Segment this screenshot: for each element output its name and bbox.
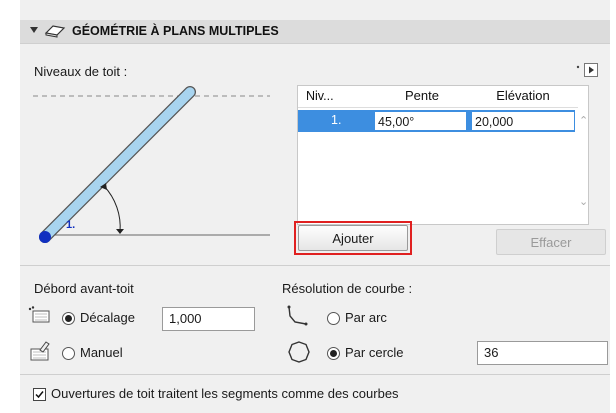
roof-plane-icon [44, 23, 66, 42]
offset-label[interactable]: Décalage [80, 310, 135, 325]
header-divider [298, 107, 578, 108]
section-header[interactable]: GÉOMÉTRIE À PLANS MULTIPLES [20, 20, 610, 44]
row-level-number: 1. [331, 113, 342, 127]
delete-level-button[interactable]: Effacer [496, 229, 606, 255]
circle-resolution-icon [286, 340, 312, 367]
elevation-cell[interactable]: 20,000 [471, 111, 575, 131]
add-level-button[interactable]: Ajouter [298, 225, 408, 251]
manual-radio[interactable] [62, 347, 75, 360]
divider [20, 374, 610, 375]
table-row[interactable]: 1. 45,00° 20,000 [298, 110, 575, 132]
offset-radio[interactable] [62, 312, 75, 325]
scroll-up-icon[interactable]: ⌃ [579, 114, 588, 127]
roof-level-diagram [25, 82, 275, 250]
offset-overhang-icon [28, 306, 52, 327]
checkmark-icon [35, 391, 44, 399]
column-header-level[interactable]: Niv... [306, 86, 334, 106]
offset-input[interactable]: 1,000 [162, 307, 255, 331]
roof-openings-checkbox[interactable] [33, 388, 46, 401]
by-circle-radio[interactable] [327, 347, 340, 360]
column-header-elevation[interactable]: Elévation [468, 86, 578, 106]
collapse-triangle-icon[interactable] [30, 27, 38, 33]
arc-resolution-icon [286, 304, 312, 329]
curve-resolution-title: Résolution de courbe : [282, 281, 413, 296]
column-header-slope[interactable]: Pente [372, 86, 472, 106]
roof-openings-label[interactable]: Ouvertures de toit traitent les segments… [51, 386, 399, 401]
manual-label[interactable]: Manuel [80, 345, 123, 360]
by-arc-label[interactable]: Par arc [345, 310, 387, 325]
by-arc-radio[interactable] [327, 312, 340, 325]
expand-icon[interactable] [575, 63, 607, 80]
scroll-down-icon[interactable]: ⌄ [579, 195, 588, 208]
circle-segments-input[interactable]: 36 [477, 341, 608, 365]
manual-overhang-icon [28, 340, 52, 365]
divider [20, 265, 610, 266]
section-title: GÉOMÉTRIE À PLANS MULTIPLES [72, 24, 279, 38]
slope-cell[interactable]: 45,00° [374, 111, 467, 131]
overhang-title: Débord avant-toit [34, 281, 134, 296]
roof-levels-table[interactable]: Niv... Pente Elévation 1. 45,00° 20,000 … [297, 85, 589, 225]
by-circle-label[interactable]: Par cercle [345, 345, 404, 360]
roof-levels-label: Niveaux de toit : [34, 64, 128, 79]
diagram-level-number: 1. [66, 219, 76, 231]
